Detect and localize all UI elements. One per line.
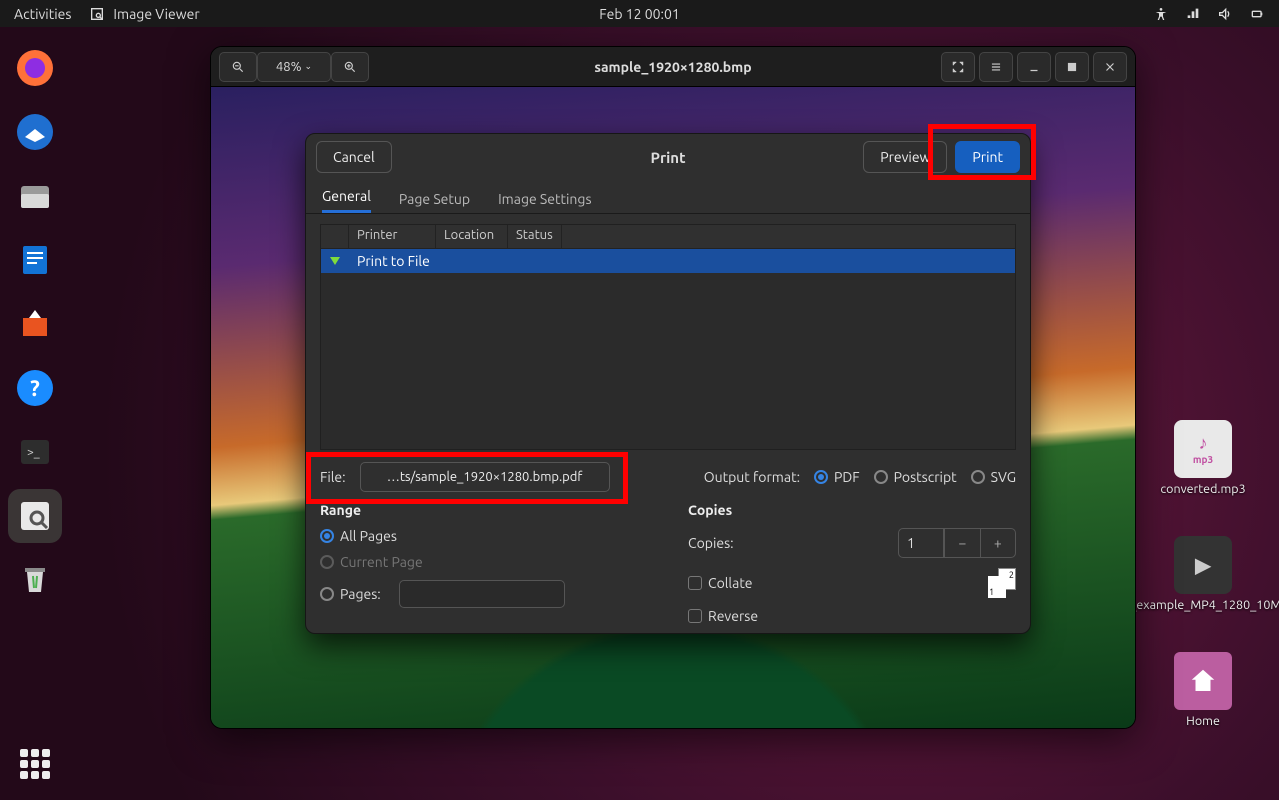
dock: ? >_ [0, 27, 70, 800]
download-icon [330, 257, 340, 265]
zoom-out-button[interactable] [219, 52, 257, 82]
svg-text:>_: >_ [27, 446, 40, 459]
dialog-title: Print [650, 149, 685, 166]
tab-page-setup[interactable]: Page Setup [399, 180, 470, 213]
tab-general[interactable]: General [322, 180, 371, 213]
tab-bar: General Page Setup Image Settings [306, 180, 1030, 214]
print-button[interactable]: Print [955, 141, 1020, 173]
printer-row-print-to-file[interactable]: Print to File [321, 249, 1015, 273]
gnome-top-panel: Activities Image Viewer Feb 12 00:01 [0, 0, 1279, 27]
desktop-icons: ♪mp3 converted.mp3 ▶ file_example_MP4_12… [1143, 420, 1263, 728]
range-title: Range [320, 502, 648, 518]
zoom-level-dropdown[interactable]: 48% ⌄ [257, 52, 331, 82]
preview-button[interactable]: Preview [863, 141, 947, 173]
radio-icon [814, 470, 828, 484]
printer-table-header: Printer Location Status [321, 225, 1015, 249]
video-file-icon: ▶ [1174, 536, 1232, 594]
output-format-label: Output format: [704, 469, 800, 485]
file-label: File: [320, 469, 346, 485]
range-current-page-radio: Current Page [320, 554, 648, 570]
power-icon[interactable] [1249, 6, 1265, 22]
copies-label: Copies: [688, 535, 734, 551]
radio-icon [874, 470, 888, 484]
minimize-button[interactable] [1017, 52, 1051, 82]
desktop-file-mp4[interactable]: ▶ file_example_MP4_1280_10M… [1143, 536, 1263, 612]
app-indicator[interactable]: Image Viewer [89, 6, 199, 22]
close-button[interactable] [1093, 52, 1127, 82]
activities-button[interactable]: Activities [14, 6, 71, 22]
window-titlebar: 48% ⌄ sample_1920×1280.bmp [211, 47, 1135, 87]
dock-firefox[interactable] [8, 41, 62, 95]
dock-files[interactable] [8, 169, 62, 223]
hamburger-menu-button[interactable] [979, 52, 1013, 82]
dock-help[interactable]: ? [8, 361, 62, 415]
collate-checkbox[interactable]: Collate [688, 575, 753, 591]
col-location[interactable]: Location [436, 225, 508, 248]
chevron-down-icon: ⌄ [305, 61, 313, 72]
cancel-button[interactable]: Cancel [316, 141, 392, 173]
range-all-pages-radio[interactable]: All Pages [320, 528, 648, 544]
dock-software[interactable] [8, 297, 62, 351]
reverse-checkbox[interactable]: Reverse [688, 608, 1016, 624]
hamburger-icon [989, 60, 1003, 74]
desktop-file-mp3[interactable]: ♪mp3 converted.mp3 [1143, 420, 1263, 496]
dock-terminal[interactable]: >_ [8, 425, 62, 479]
col-printer[interactable]: Printer [349, 225, 436, 248]
minimize-icon [1027, 60, 1041, 74]
printer-table[interactable]: Printer Location Status Print to File [320, 224, 1016, 450]
zoom-out-icon [231, 60, 245, 74]
checkbox-icon [688, 576, 702, 590]
maximize-button[interactable] [1055, 52, 1089, 82]
file-chooser-button[interactable]: …ts/sample_1920×1280.bmp.pdf [360, 462, 610, 492]
col-status[interactable]: Status [508, 225, 562, 248]
checkbox-icon [688, 609, 702, 623]
radio-icon [971, 470, 985, 484]
volume-icon[interactable] [1217, 6, 1233, 22]
collate-preview-icon: 21 [988, 568, 1016, 598]
fullscreen-icon [951, 60, 965, 74]
window-title: sample_1920×1280.bmp [594, 59, 751, 75]
format-pdf-radio[interactable]: PDF [814, 469, 860, 485]
fullscreen-button[interactable] [941, 52, 975, 82]
format-svg-radio[interactable]: SVG [971, 469, 1016, 485]
close-icon [1103, 60, 1117, 74]
dock-image-viewer[interactable] [8, 489, 62, 543]
pages-input[interactable] [399, 580, 565, 608]
show-apps-button[interactable] [0, 746, 70, 782]
image-viewer-icon [89, 6, 105, 22]
copies-increment[interactable]: + [980, 529, 1015, 557]
format-postscript-radio[interactable]: Postscript [874, 469, 957, 485]
radio-icon [320, 587, 334, 601]
radio-icon [320, 529, 334, 543]
accessibility-icon[interactable] [1153, 6, 1169, 22]
copies-decrement[interactable]: − [944, 529, 979, 557]
maximize-icon [1065, 60, 1079, 74]
svg-text:?: ? [30, 376, 40, 401]
dock-trash[interactable] [8, 553, 62, 607]
home-folder-icon [1174, 652, 1232, 710]
zoom-in-button[interactable] [331, 52, 369, 82]
copies-spinner[interactable]: 1 − + [898, 528, 1016, 558]
dock-writer[interactable] [8, 233, 62, 287]
zoom-in-icon [343, 60, 357, 74]
range-pages-radio[interactable]: Pages: [320, 580, 648, 608]
tab-image-settings[interactable]: Image Settings [498, 180, 591, 213]
desktop-home-folder[interactable]: Home [1143, 652, 1263, 728]
network-icon[interactable] [1185, 6, 1201, 22]
audio-file-icon: ♪mp3 [1174, 420, 1232, 478]
copies-value[interactable]: 1 [899, 529, 944, 557]
copies-title: Copies [688, 502, 1016, 518]
print-dialog: Cancel Print Preview Print General Page … [305, 133, 1031, 634]
clock[interactable]: Feb 12 00:01 [599, 6, 680, 22]
radio-icon [320, 555, 334, 569]
dock-thunderbird[interactable] [8, 105, 62, 159]
